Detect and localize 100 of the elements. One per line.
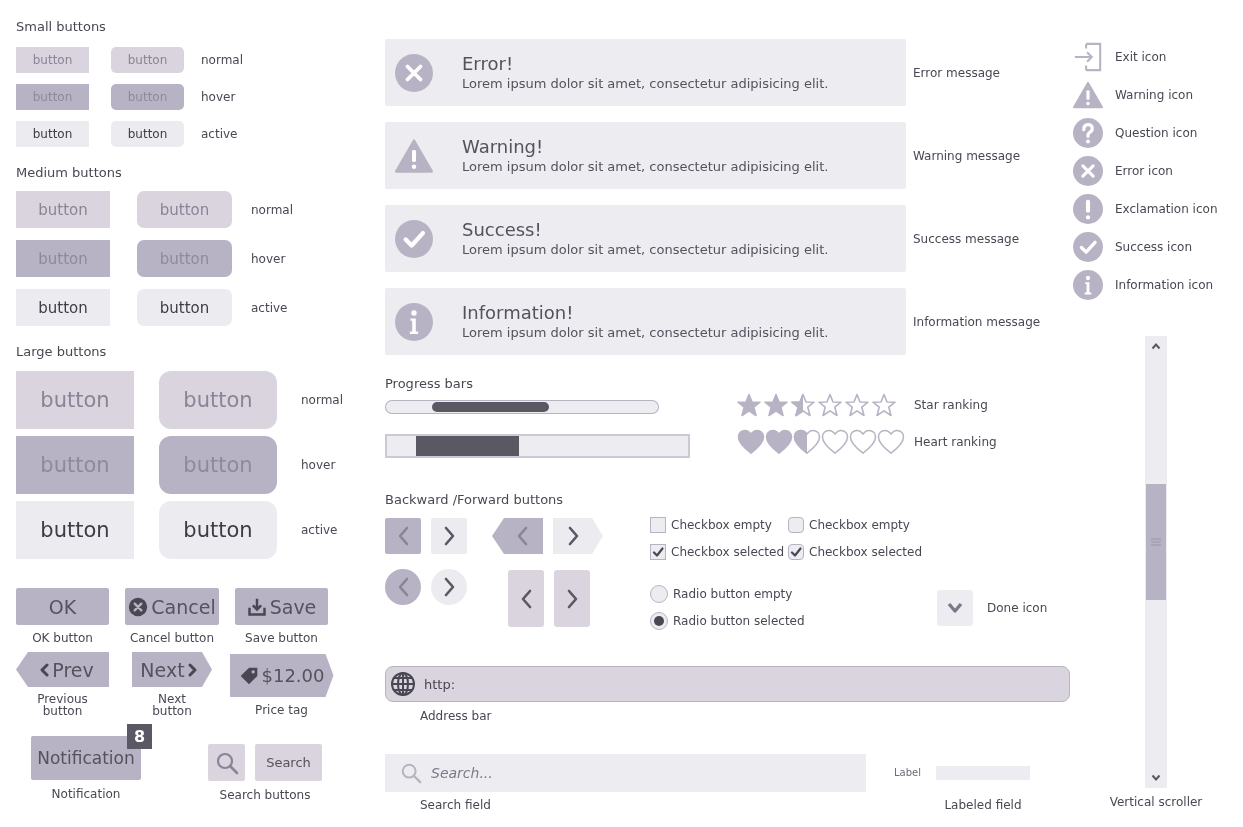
forward-button[interactable]: [553, 518, 603, 554]
section-title: Progress bars: [385, 376, 474, 392]
checkbox-label: Checkbox selected: [809, 545, 923, 559]
message-title: Error!: [462, 53, 515, 75]
button[interactable]: button: [16, 191, 110, 228]
chevron-down-icon: [947, 601, 963, 614]
checkbox[interactable]: [788, 544, 804, 560]
button[interactable]: button: [111, 47, 184, 73]
search-icon: [400, 762, 422, 784]
address-bar[interactable]: http:: [385, 666, 1070, 702]
chevron-left-icon: [396, 577, 410, 597]
button[interactable]: Prev: [16, 652, 109, 687]
info-icon: [1073, 270, 1103, 300]
vertical-scrollbar[interactable]: [1145, 336, 1167, 788]
icon-label: Question icon: [1115, 126, 1198, 140]
warning-icon: [395, 136, 433, 175]
forward-button[interactable]: [431, 569, 467, 605]
checkbox-label: Checkbox selected: [671, 545, 785, 559]
radio-button[interactable]: [650, 585, 668, 603]
forward-button[interactable]: [554, 570, 590, 627]
done-button[interactable]: [937, 589, 973, 626]
checkbox[interactable]: [650, 544, 666, 560]
heart-icon: [793, 429, 821, 455]
button[interactable]: button: [16, 289, 110, 326]
download-icon: [246, 596, 267, 617]
icon-label: Error icon: [1115, 164, 1173, 178]
heart-icon: [765, 429, 793, 455]
chevron-left-icon: [516, 526, 529, 546]
search-field[interactable]: Search...: [385, 754, 866, 792]
button-caption: Search buttons: [219, 788, 311, 802]
message-title: Success!: [462, 219, 543, 241]
checkbox[interactable]: [650, 517, 666, 533]
search-input[interactable]: Search...: [431, 765, 831, 781]
search-button[interactable]: [208, 744, 245, 781]
button-caption: Notification: [51, 787, 121, 801]
radio-label: Radio button empty: [673, 587, 793, 601]
globe-icon: [390, 671, 416, 697]
exclamation-icon: [1073, 194, 1103, 224]
tag-icon: [238, 665, 259, 686]
button[interactable]: button: [159, 501, 277, 559]
button[interactable]: button: [137, 289, 232, 326]
section-title: Medium buttons: [16, 165, 123, 181]
search-button[interactable]: Search: [255, 744, 322, 781]
message-caption: Warning message: [913, 148, 1021, 163]
heart-icon: [737, 429, 765, 455]
message-text: Lorem ipsum dolor sit amet, consectetur adipisicing elit.: [462, 75, 829, 92]
checkbox[interactable]: [788, 517, 804, 533]
info-icon: [395, 302, 433, 341]
star-icon: [845, 393, 869, 417]
chevron-right-icon: [442, 526, 456, 546]
field-caption: Address bar: [420, 709, 493, 723]
cancel-icon: [128, 596, 149, 617]
state-label: hover: [251, 251, 286, 266]
field-label: Label: [894, 766, 921, 780]
icon-label: Warning icon: [1115, 88, 1194, 102]
button[interactable]: button: [16, 47, 89, 73]
button[interactable]: button: [159, 371, 277, 429]
button[interactable]: Cancel: [125, 588, 219, 625]
section-title: Large buttons: [16, 344, 108, 360]
chevron-down-icon: [1151, 774, 1161, 782]
field-caption: Search field: [420, 798, 492, 812]
heart-icon: [849, 429, 877, 455]
back-button[interactable]: [508, 570, 544, 627]
error-icon: [1073, 156, 1103, 186]
button-caption: Next button: [152, 693, 192, 717]
chevron-left-icon: [39, 662, 50, 677]
address-input[interactable]: http:: [424, 676, 1024, 692]
button-caption: Previous button: [37, 693, 88, 717]
button[interactable]: Next: [132, 652, 212, 687]
state-label: active: [201, 127, 238, 141]
chevron-right-icon: [187, 662, 198, 677]
button[interactable]: button: [16, 501, 134, 559]
forward-button[interactable]: [431, 518, 467, 554]
button-caption: Cancel button: [129, 631, 214, 645]
success-icon: [1073, 232, 1103, 262]
state-label: active: [251, 300, 288, 315]
question-icon: [1073, 118, 1103, 148]
scroll-thumb[interactable]: [1146, 484, 1166, 600]
scroller-caption: Vertical scroller: [1109, 795, 1203, 809]
state-label: active: [301, 523, 338, 537]
button[interactable]: button: [111, 121, 184, 147]
checkbox-label: Checkbox empty: [809, 518, 910, 532]
star-icon: [791, 393, 815, 417]
back-button[interactable]: [385, 569, 421, 605]
price-tag[interactable]: $12.00: [229, 654, 334, 697]
button-caption: Done icon: [987, 600, 1048, 615]
button-caption: Price tag: [255, 703, 308, 717]
chevron-right-icon: [566, 526, 580, 546]
message-title: Information!: [462, 302, 575, 324]
button[interactable]: button: [16, 371, 134, 429]
message-caption: Information message: [913, 314, 1041, 329]
button[interactable]: Save: [235, 588, 328, 625]
radio-button[interactable]: [650, 612, 668, 630]
back-button[interactable]: [492, 518, 543, 554]
button[interactable]: OK: [16, 588, 109, 625]
success-icon: [395, 219, 433, 258]
message-title: Warning!: [462, 136, 545, 158]
button[interactable]: button: [16, 121, 89, 147]
button[interactable]: button: [137, 191, 232, 228]
star-icon: [737, 393, 761, 417]
